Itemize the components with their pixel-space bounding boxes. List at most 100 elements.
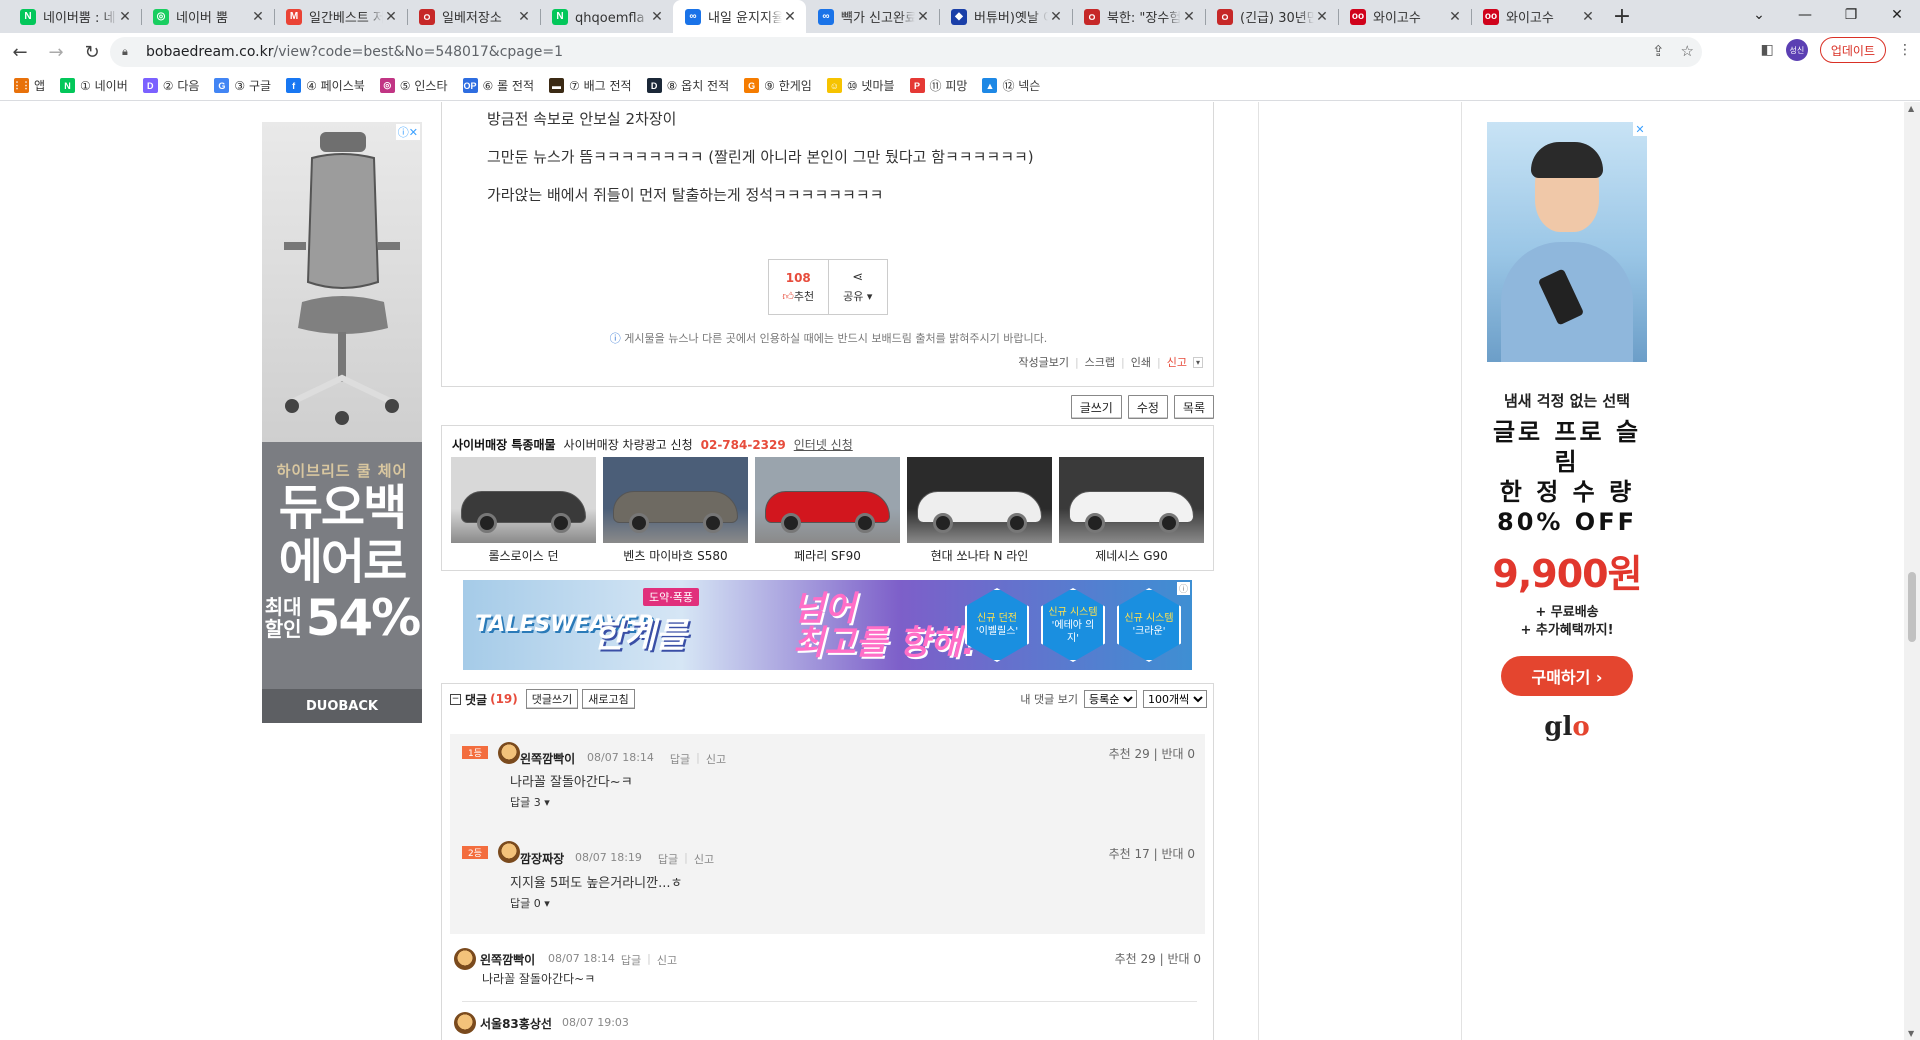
tab-close-icon[interactable]: ✕ [117, 9, 133, 25]
reply-count-toggle[interactable]: 답글 3 ▾ [510, 794, 550, 810]
bookmark-item[interactable]: ☺ ⑩ 넷마블 [826, 77, 895, 94]
browser-tab[interactable]: ∞ 뺵가 신고완료 ✕ [806, 0, 939, 33]
upvote-count[interactable]: 추천 29 [1109, 747, 1150, 761]
bookmark-item[interactable]: f ④ 페이스북 [286, 77, 365, 94]
write-button[interactable]: 글쓰기 [1070, 395, 1122, 419]
per-page-select[interactable]: 100개씩 [1143, 690, 1207, 708]
address-bar[interactable]: 🔒︎ bobaedream.co.kr/view?code=best&No=54… [110, 37, 1702, 67]
sort-select[interactable]: 등록순 [1084, 690, 1137, 708]
car-listing[interactable]: 제네시스 G90 [1059, 457, 1204, 564]
downvote-count[interactable]: 반대 0 [1161, 847, 1195, 861]
back-button[interactable]: ← [4, 36, 36, 68]
browser-tab[interactable]: ㅇ 북한: "장수험 ✕ [1072, 0, 1205, 33]
game-ad-banner[interactable]: TALESWEAVER 도약·폭풍 한계를 넘어 최고를 향해! 신규 던전 '이… [463, 580, 1192, 670]
forward-button[interactable]: → [40, 36, 72, 68]
report-dropdown-icon[interactable]: ▾ [1192, 356, 1203, 368]
tab-search-icon[interactable]: ⌄ [1736, 0, 1782, 30]
bookmark-item[interactable]: G ③ 구글 [214, 77, 271, 94]
comment-author[interactable]: 왼쪽깜빡이 [480, 951, 535, 968]
close-window-button[interactable]: ✕ [1874, 0, 1920, 30]
report-link[interactable]: 신고 [706, 751, 726, 767]
tab-close-icon[interactable]: ✕ [782, 9, 798, 25]
tab-close-icon[interactable]: ✕ [1314, 9, 1330, 25]
bookmark-item[interactable]: ◎ ⑤ 인스타 [379, 77, 448, 94]
maximize-button[interactable]: ❐ [1828, 0, 1874, 30]
downvote-count[interactable]: 반대 0 [1167, 952, 1201, 966]
tab-close-icon[interactable]: ✕ [1048, 9, 1064, 25]
bookmark-item[interactable]: G ⑨ 한게임 [744, 77, 812, 94]
menu-kebab-icon[interactable]: ⋮ [1898, 42, 1912, 58]
browser-tab[interactable]: ◎ 네이버 뿜 ✕ [141, 0, 274, 33]
ad-close-icon[interactable]: ✕ [1633, 122, 1647, 136]
write-comment-button[interactable]: 댓글쓰기 [525, 689, 579, 709]
scrap-link[interactable]: 스크랩 [1085, 354, 1115, 370]
downvote-count[interactable]: 반대 0 [1161, 747, 1195, 761]
browser-tab[interactable]: N 네이버뿜 : 네 ✕ [8, 0, 141, 33]
tab-close-icon[interactable]: ✕ [1181, 9, 1197, 25]
reply-link[interactable]: 답글 [621, 952, 641, 968]
reload-button[interactable]: ↻ [76, 36, 108, 68]
share-icon[interactable]: ⇪ [1652, 42, 1665, 60]
car-listing[interactable]: 페라리 SF90 [755, 457, 900, 564]
profile-avatar[interactable]: 성신 [1785, 39, 1808, 61]
scroll-up-icon[interactable]: ▲ [1908, 104, 1914, 113]
tab-close-icon[interactable]: ✕ [516, 9, 532, 25]
buy-button[interactable]: 구매하기 › [1501, 656, 1633, 696]
recommend-button[interactable]: 108 👍︎추천 [769, 260, 828, 314]
comment-author[interactable]: 서울83홍상선 [480, 1015, 552, 1032]
right-ad-banner[interactable]: 냄새 걱정 없는 선택 글로 프로 슬림 한 정 수 량 80% OFF 9,9… [1487, 122, 1647, 742]
collapse-toggle-icon[interactable]: − [450, 693, 461, 705]
ad-info-icon[interactable]: ⓘ✕ [395, 124, 420, 140]
view-author-posts-link[interactable]: 작성글보기 [1018, 354, 1069, 370]
bookmark-item[interactable]: D ⑧ 옵치 전적 [646, 77, 729, 94]
scroll-down-icon[interactable]: ▼ [1908, 1029, 1914, 1038]
new-tab-button[interactable]: + [1604, 0, 1640, 33]
side-panel-icon[interactable]: ◧ [1761, 42, 1774, 58]
list-button[interactable]: 목록 [1173, 395, 1214, 419]
lock-icon[interactable]: 🔒︎ [122, 45, 134, 59]
scrollbar-thumb[interactable] [1908, 572, 1916, 642]
print-link[interactable]: 인쇄 [1131, 354, 1151, 370]
tab-close-icon[interactable]: ✕ [915, 9, 931, 25]
bookmark-item[interactable]: OP ⑥ 롤 전적 [462, 77, 534, 94]
reply-count-toggle[interactable]: 답글 0 ▾ [510, 895, 550, 911]
browser-tab[interactable]: Nqhqoemfla : 네✕ [540, 0, 673, 33]
car-listing[interactable]: 롤스로이스 던 [451, 457, 596, 564]
bookmark-item[interactable]: ▲ ⑫ 넥슨 [982, 77, 1040, 94]
browser-tab[interactable]: oo 와이고수 ✕ [1338, 0, 1471, 33]
edit-button[interactable]: 수정 [1127, 395, 1168, 419]
browser-tab[interactable]: ◆ 버튜버)옛날 이 ✕ [939, 0, 1072, 33]
browser-tab[interactable]: oo 와이고수 ✕ [1471, 0, 1604, 33]
update-button[interactable]: 업데이트 [1819, 37, 1886, 63]
page-scrollbar[interactable]: ▲ ▼ [1904, 102, 1920, 1040]
upvote-count[interactable]: 추천 29 [1115, 952, 1156, 966]
left-ad-banner[interactable]: 하이브리드 쿨 체어 듀오백 에어로 최대 할인 54% DUOBACK ⓘ✕ [262, 122, 422, 723]
online-apply-link[interactable]: 인터넷 신청 [794, 436, 853, 453]
my-comments-link[interactable]: 내 댓글 보기 [1020, 691, 1078, 707]
refresh-comments-button[interactable]: 새로고침 [582, 689, 635, 709]
reply-link[interactable]: 답글 [658, 851, 678, 867]
bookmark-item[interactable]: ⋮⋮ 앱 [13, 77, 45, 94]
bookmark-item[interactable]: ▬ ⑦ 배그 전적 [549, 77, 632, 94]
report-link[interactable]: 신고 [1167, 354, 1187, 370]
browser-tab[interactable]: ∞ 내일 윤지지율 ✕ [673, 0, 806, 33]
tab-close-icon[interactable]: ✕ [383, 9, 399, 25]
upvote-count[interactable]: 추천 17 [1109, 847, 1150, 861]
bookmark-item[interactable]: P ⑪ 피망 [909, 77, 967, 94]
bookmark-star-icon[interactable]: ☆ [1681, 42, 1694, 60]
reply-link[interactable]: 답글 [670, 751, 690, 767]
ad-info-icon[interactable]: ⓘ [1176, 582, 1190, 595]
comment-author[interactable]: 왼쪽깜빡이 [520, 750, 575, 767]
bookmark-item[interactable]: D ② 다음 [142, 77, 199, 94]
report-link[interactable]: 신고 [694, 851, 714, 867]
tab-close-icon[interactable]: ✕ [649, 9, 665, 25]
tab-close-icon[interactable]: ✕ [1580, 9, 1596, 25]
report-link[interactable]: 신고 [657, 952, 677, 968]
car-listing[interactable]: 벤츠 마이바흐 S580 [603, 457, 748, 564]
bookmark-item[interactable]: N ① 네이버 [60, 77, 128, 94]
minimize-button[interactable]: — [1782, 0, 1828, 30]
share-button[interactable]: ⋖ 공유 ▾ [827, 260, 888, 314]
car-listing[interactable]: 현대 쏘나타 N 라인 [907, 457, 1052, 564]
tab-close-icon[interactable]: ✕ [1447, 9, 1463, 25]
tab-close-icon[interactable]: ✕ [250, 9, 266, 25]
